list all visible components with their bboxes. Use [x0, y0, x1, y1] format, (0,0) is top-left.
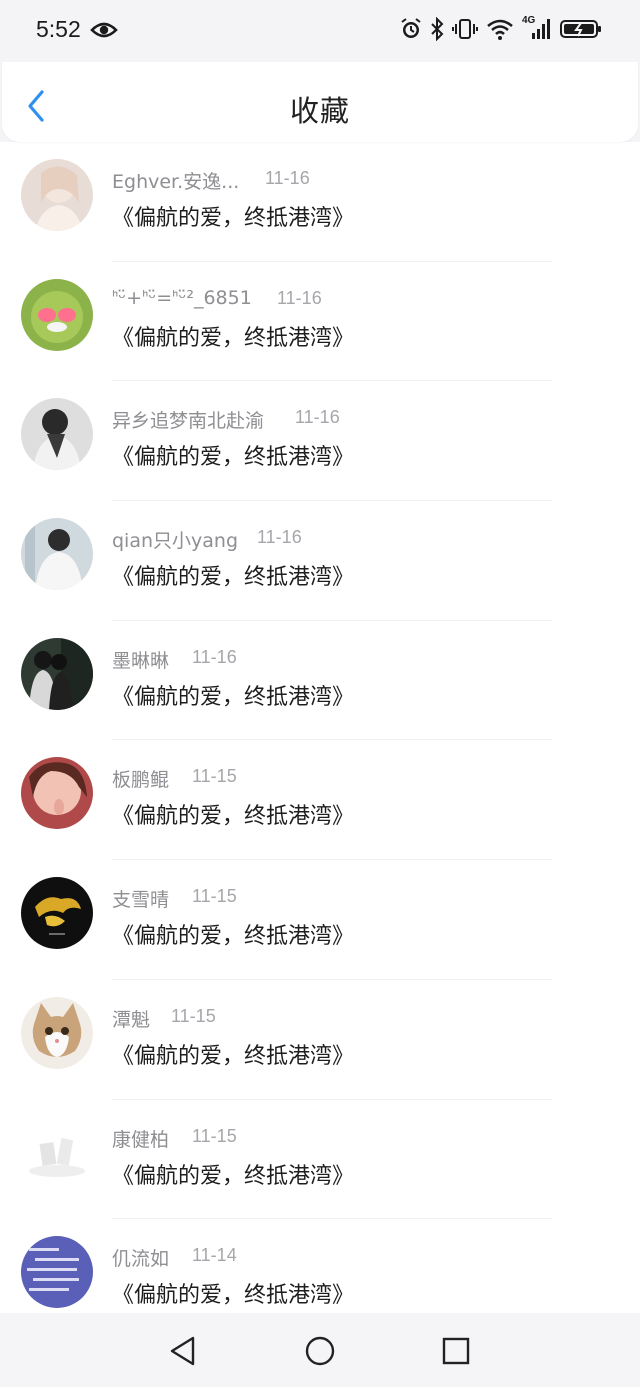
item-title[interactable]: 《偏航的爱，终抵港湾》 — [112, 1277, 354, 1309]
header: 收藏 — [0, 62, 640, 142]
list-item[interactable]: ᑋᵕ̈+ᑋᵕ̈=ᑋᵕ̈²_6851 11-16 《偏航的爱，终抵港湾》 — [0, 262, 640, 382]
item-title[interactable]: 《偏航的爱，终抵港湾》 — [112, 798, 354, 830]
item-title[interactable]: 《偏航的爱，终抵港湾》 — [112, 439, 354, 471]
wifi-icon — [486, 17, 514, 45]
list-item[interactable]: 板鹏鲲 11-15 《偏航的爱，终抵港湾》 — [0, 740, 640, 861]
list-item[interactable]: 潭魁 11-15 《偏航的爱，终抵港湾》 — [0, 980, 640, 1100]
nav-recents-button[interactable] — [440, 1335, 472, 1367]
item-date: 11-14 — [192, 1245, 237, 1266]
list-item[interactable]: 异乡追梦南北赴渝 11-16 《偏航的爱，终抵港湾》 — [0, 381, 640, 502]
item-title[interactable]: 《偏航的爱，终抵港湾》 — [112, 918, 354, 950]
favorites-list: Eghver.安逸... 11-16 《偏航的爱，终抵港湾》 ᑋᵕ̈+ᑋᵕ̈=ᑋ… — [0, 142, 640, 1339]
avatar[interactable] — [21, 996, 93, 1069]
item-date: 11-16 — [295, 407, 340, 428]
item-author: 板鹏鲲 — [112, 769, 170, 792]
list-item[interactable]: 支雪晴 11-15 《偏航的爱，终抵港湾》 — [0, 860, 640, 980]
system-nav-bar — [0, 1313, 640, 1387]
item-title[interactable]: 《偏航的爱，终抵港湾》 — [112, 1038, 354, 1070]
avatar[interactable] — [21, 637, 93, 710]
item-title[interactable]: 《偏航的爱，终抵港湾》 — [112, 320, 354, 352]
avatar[interactable] — [21, 1116, 93, 1189]
list-item[interactable]: Eghver.安逸... 11-16 《偏航的爱，终抵港湾》 — [0, 142, 640, 262]
item-author: Eghver.安逸... — [112, 171, 240, 193]
item-date: 11-16 — [257, 527, 302, 548]
item-author: 仉流如 — [112, 1248, 170, 1271]
alarm-icon — [400, 17, 422, 45]
avatar[interactable] — [21, 159, 93, 231]
avatar[interactable] — [21, 757, 93, 830]
avatar[interactable] — [21, 877, 93, 950]
circle-home-icon — [305, 1336, 335, 1366]
item-author: 墨晽晽 — [112, 649, 170, 672]
avatar[interactable] — [21, 518, 93, 591]
status-bar: 5:52 4G — [0, 0, 640, 62]
item-author: ᑋᵕ̈+ᑋᵕ̈=ᑋᵕ̈²_6851 — [112, 286, 252, 309]
item-date: 11-15 — [171, 1005, 216, 1026]
item-author: 异乡追梦南北赴渝 — [112, 410, 265, 433]
item-date: 11-15 — [192, 886, 237, 907]
header-card: 收藏 — [2, 62, 638, 142]
item-title[interactable]: 《偏航的爱，终抵港湾》 — [112, 559, 354, 591]
item-author: qian只小yang — [112, 530, 239, 553]
list-item[interactable]: qian只小yang 11-16 《偏航的爱，终抵港湾》 — [0, 501, 640, 621]
item-title[interactable]: 《偏航的爱，终抵港湾》 — [112, 679, 354, 711]
item-author: 支雪晴 — [112, 889, 170, 912]
nav-back-button[interactable] — [167, 1335, 199, 1367]
item-date: 11-15 — [192, 1125, 237, 1146]
item-date: 11-16 — [265, 168, 310, 188]
item-title[interactable]: 《偏航的爱，终抵港湾》 — [112, 200, 354, 232]
vibrate-icon — [452, 17, 478, 45]
item-date: 11-15 — [192, 766, 237, 787]
network-type-label: 4G — [522, 15, 536, 26]
avatar[interactable] — [21, 398, 93, 471]
avatar[interactable] — [21, 278, 93, 351]
cellular-signal-icon: 4G — [522, 15, 552, 45]
battery-icon — [560, 17, 602, 45]
page-title: 收藏 — [289, 94, 350, 128]
triangle-back-icon — [170, 1336, 195, 1366]
nav-home-button[interactable] — [304, 1335, 336, 1367]
item-author: 康健柏 — [112, 1128, 170, 1151]
list-item[interactable]: 康健柏 11-15 《偏航的爱，终抵港湾》 — [0, 1100, 640, 1220]
item-date: 11-16 — [277, 287, 322, 308]
status-icons: 4G — [400, 15, 602, 45]
item-author: 潭魁 — [112, 1008, 151, 1031]
square-recents-icon — [442, 1337, 470, 1365]
eye-icon — [90, 20, 118, 44]
avatar[interactable] — [21, 1236, 93, 1309]
item-title[interactable]: 《偏航的爱，终抵港湾》 — [112, 1158, 354, 1190]
bluetooth-icon — [430, 16, 444, 45]
item-date: 11-16 — [192, 646, 237, 667]
status-time: 5:52 — [36, 16, 81, 42]
list-item[interactable]: 墨晽晽 11-16 《偏航的爱，终抵港湾》 — [0, 621, 640, 741]
